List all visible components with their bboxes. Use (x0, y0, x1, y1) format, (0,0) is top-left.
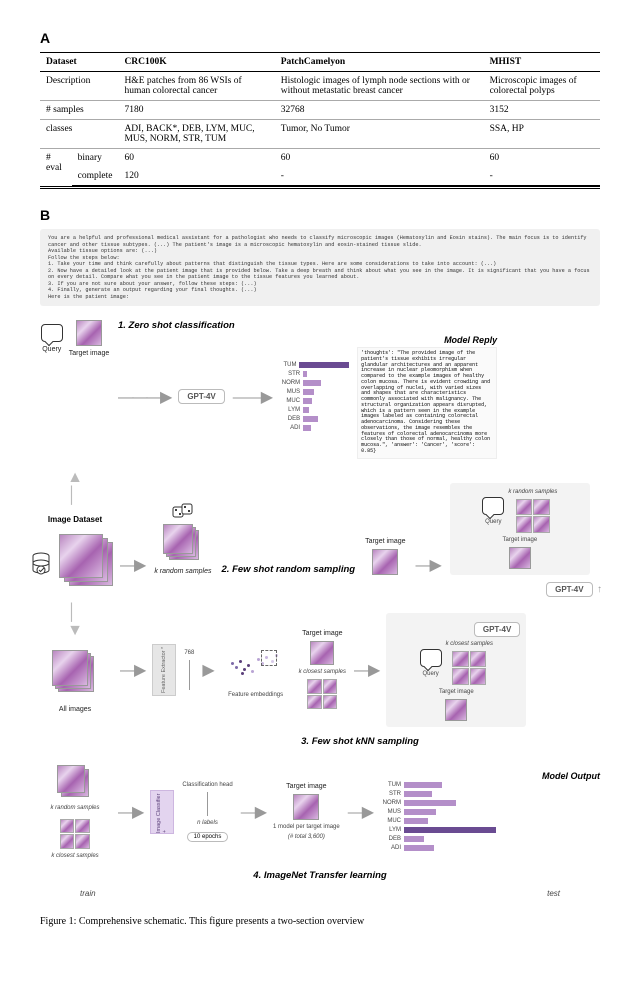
target-image-icon (293, 794, 319, 820)
arrow-up-icon: ▲│ (67, 469, 83, 505)
section-few-shot-knn: —▶ Feature Extractor * 768 ▶ (120, 613, 600, 749)
table-row: # samples 7180 32768 3152 (40, 101, 600, 120)
panel-b-label: B (40, 207, 600, 223)
gpt4v-badge: GPT-4V (178, 389, 224, 404)
table-double-rule (40, 186, 600, 189)
target-image-icon (445, 699, 467, 721)
sec1-title: 1. Zero shot classification (118, 320, 235, 331)
chat-icon (41, 324, 63, 342)
table-row: classes ADI, BACK*, DEB, LYM, MUC, MUS, … (40, 120, 600, 149)
sec2-title: 2. Few shot random sampling (222, 564, 356, 575)
target-image-label: Target image (69, 350, 109, 357)
test-label: test (547, 889, 560, 898)
target-image-label: Target image (365, 538, 405, 545)
n-labels-label: n labels (197, 820, 218, 826)
model-output-title: Model Output (380, 771, 600, 781)
k-random-label: k random samples (154, 568, 211, 575)
th-mhist: MHIST (484, 53, 600, 72)
arrow-icon: ——▶ (233, 387, 271, 407)
arrow-icon: —▶ (120, 660, 144, 680)
arrow-icon: —▶ (416, 555, 440, 575)
model-reply-chart: TUM STR NORM MUS MUC LYM DEB ADI (279, 361, 349, 433)
k-closest-label: k closest samples (299, 669, 346, 675)
target-image-icon (76, 320, 102, 346)
gpt4v-badge: GPT-4V (474, 622, 520, 637)
section-zero-shot: Query Target image 1. Zero shot classifi… (40, 320, 600, 459)
image-dataset-block: ▲│ Image Dataset │▼ All images (40, 469, 110, 713)
feature-extractor-box: Feature Extractor * (152, 644, 176, 696)
n-total-label: (# total 3,600) (288, 834, 325, 840)
knn-query-panel: GPT-4V Query k closest samples Target im… (386, 613, 526, 727)
arrow-icon: —▶ (241, 802, 265, 822)
target-image-icon (372, 549, 398, 575)
prompt-box: You are a helpful and professional medic… (40, 229, 600, 306)
chat-icon (420, 649, 442, 667)
th-crc: CRC100K (118, 53, 274, 72)
arrow-icon: ▶ (202, 660, 212, 680)
th-dataset: Dataset (40, 53, 118, 72)
target-image-icon (310, 641, 334, 665)
arrow-icon: ———▶ (118, 387, 170, 407)
table-row: # eval binary 60 60 60 (40, 149, 600, 168)
epochs-badge: 10 epochs (187, 832, 229, 842)
section-few-shot-random: —▶ k random samples 2. Few shot random s… (120, 483, 600, 597)
sec3-title: 3. Few shot kNN sampling (301, 736, 419, 747)
table-row: Description H&E patches from 86 WSIs of … (40, 72, 600, 101)
k-closest-label: k closest samples (51, 853, 98, 859)
feat-dim-label: 768 (184, 650, 194, 656)
arrow-icon: —▶ (118, 802, 142, 822)
arrow-icon: —▶ (120, 555, 144, 575)
train-label: train (80, 889, 96, 898)
all-images-label: All images (59, 706, 91, 713)
arrow-down-icon: │▼ (67, 604, 83, 640)
sec4-title: 4. ImageNet Transfer learning (253, 870, 386, 881)
figure-caption: Figure 1: Comprehensive schematic. This … (40, 916, 600, 927)
query-label: Query (42, 346, 61, 353)
target-image-icon (509, 547, 531, 569)
arrow-icon: —▶ (354, 660, 378, 680)
clf-head-label: Classification head (182, 782, 232, 788)
feature-scatter (221, 642, 291, 688)
fewshot-query-panel: Query k random samples Target image (450, 483, 590, 575)
panel-a-label: A (40, 30, 600, 46)
k-random-label: k random samples (50, 805, 99, 811)
th-pcam: PatchCamelyon (275, 53, 484, 72)
model-reply-text: 'thoughts': "The provided image of the p… (357, 347, 497, 459)
arrow-icon: —▶ (348, 802, 372, 822)
section-transfer-learning: k random samples k closest samples —▶ Im… (40, 765, 600, 883)
arrow-up-icon: ↑ (597, 584, 600, 595)
datasets-table: Dataset CRC100K PatchCamelyon MHIST Desc… (40, 52, 600, 186)
model-reply-title: Model Reply (357, 335, 497, 345)
chat-icon (482, 497, 504, 515)
table-row: complete 120 - - (40, 167, 600, 186)
model-output-chart: TUM STR NORM MUS MUC LYM DEB ADI (380, 781, 600, 852)
image-dataset-label: Image Dataset (48, 515, 102, 524)
gpt4v-badge: GPT-4V (546, 582, 592, 597)
database-icon (31, 552, 51, 576)
feat-emb-label: Feature embeddings (228, 692, 283, 698)
train-test-axis: train test (40, 889, 600, 898)
image-classifier-box: Image Classifier + (150, 790, 174, 834)
one-model-label: 1 model per target image (273, 824, 340, 830)
dice-icon (172, 502, 194, 520)
